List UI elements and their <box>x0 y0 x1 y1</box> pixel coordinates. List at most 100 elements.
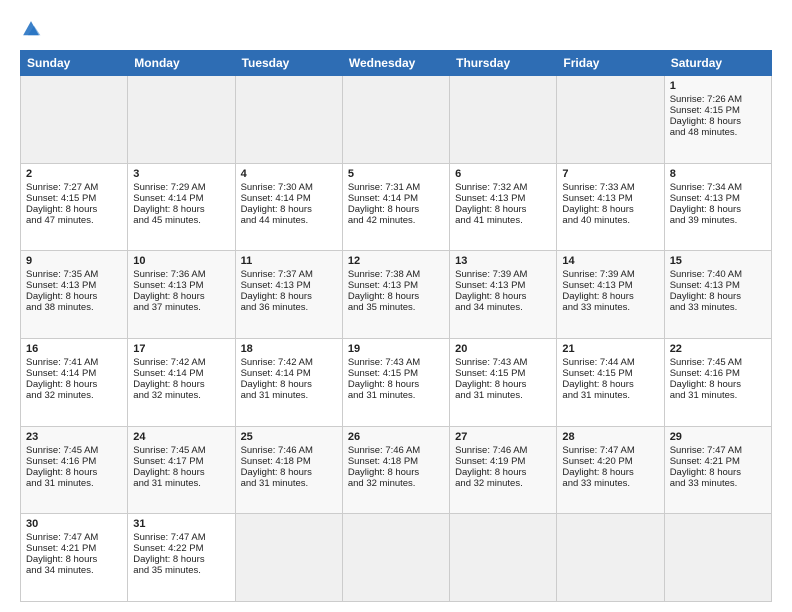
daylight-text: Daylight: 8 hours <box>562 204 658 215</box>
sunrise-text: Sunrise: 7:26 AM <box>670 94 766 105</box>
calendar-cell: 7Sunrise: 7:33 AMSunset: 4:13 PMDaylight… <box>557 163 664 251</box>
daylight-text-2: and 45 minutes. <box>133 215 229 226</box>
sunrise-text: Sunrise: 7:32 AM <box>455 182 551 193</box>
sunrise-text: Sunrise: 7:30 AM <box>241 182 337 193</box>
sunset-text: Sunset: 4:13 PM <box>455 280 551 291</box>
sunrise-text: Sunrise: 7:47 AM <box>670 445 766 456</box>
sunset-text: Sunset: 4:14 PM <box>26 368 122 379</box>
day-number: 25 <box>241 431 337 443</box>
logo-icon <box>20 18 42 40</box>
daylight-text: Daylight: 8 hours <box>455 467 551 478</box>
daylight-text-2: and 44 minutes. <box>241 215 337 226</box>
sunrise-text: Sunrise: 7:39 AM <box>562 269 658 280</box>
day-number: 10 <box>133 255 229 267</box>
calendar-header-row: SundayMondayTuesdayWednesdayThursdayFrid… <box>21 51 772 76</box>
daylight-text: Daylight: 8 hours <box>562 467 658 478</box>
day-number: 20 <box>455 343 551 355</box>
calendar-cell: 8Sunrise: 7:34 AMSunset: 4:13 PMDaylight… <box>664 163 771 251</box>
daylight-text: Daylight: 8 hours <box>241 291 337 302</box>
calendar-cell: 3Sunrise: 7:29 AMSunset: 4:14 PMDaylight… <box>128 163 235 251</box>
daylight-text: Daylight: 8 hours <box>455 204 551 215</box>
daylight-text-2: and 36 minutes. <box>241 302 337 313</box>
daylight-text-2: and 31 minutes. <box>133 478 229 489</box>
calendar-cell <box>557 514 664 602</box>
calendar-cell: 31 Sunrise: 7:47 AMSunset: 4:22 PMDayligh… <box>128 514 235 602</box>
sunset-text: Sunset: 4:13 PM <box>670 280 766 291</box>
daylight-text-2: and 35 minutes. <box>348 302 444 313</box>
day-number: 27 <box>455 431 551 443</box>
sunrise-text: Sunrise: 7:39 AM <box>455 269 551 280</box>
day-number: 5 <box>348 168 444 180</box>
calendar-week-row: 30Sunrise: 7:47 AMSunset: 4:21 PMDayligh… <box>21 514 772 602</box>
daylight-text: Daylight: 8 hours <box>562 291 658 302</box>
calendar-week-row: 23Sunrise: 7:45 AMSunset: 4:16 PMDayligh… <box>21 426 772 514</box>
sunset-text: Sunset: 4:13 PM <box>562 193 658 204</box>
sunrise-text: Sunrise: 7:46 AM <box>348 445 444 456</box>
sunset-text: Sunset: 4:14 PM <box>348 193 444 204</box>
daylight-text: Daylight: 8 hours <box>670 116 766 127</box>
sunset-text: Sunset: 4:13 PM <box>133 280 229 291</box>
sunrise-text: Sunrise: 7:43 AM <box>348 357 444 368</box>
calendar-cell: 1 Sunrise: 7:26 AMSunset: 4:15 PMDaylight… <box>664 76 771 164</box>
logo <box>20 18 46 40</box>
calendar-cell: 19Sunrise: 7:43 AMSunset: 4:15 PMDayligh… <box>342 338 449 426</box>
sunrise-text: Sunrise: 7:42 AM <box>241 357 337 368</box>
day-number: 31 <box>133 518 229 530</box>
calendar-cell: 26Sunrise: 7:46 AMSunset: 4:18 PMDayligh… <box>342 426 449 514</box>
calendar-cell: 15Sunrise: 7:40 AMSunset: 4:13 PMDayligh… <box>664 251 771 339</box>
daylight-text-2: and 33 minutes. <box>562 302 658 313</box>
day-number: 24 <box>133 431 229 443</box>
daylight-text-2: and 31 minutes. <box>241 478 337 489</box>
daylight-text: Daylight: 8 hours <box>348 204 444 215</box>
sunrise-text: Sunrise: 7:43 AM <box>455 357 551 368</box>
calendar-cell <box>450 76 557 164</box>
daylight-text: Daylight: 8 hours <box>133 291 229 302</box>
sunrise-text: Sunrise: 7:46 AM <box>455 445 551 456</box>
daylight-text: Daylight: 8 hours <box>348 379 444 390</box>
calendar-cell <box>342 514 449 602</box>
daylight-text-2: and 35 minutes. <box>133 565 229 576</box>
calendar-cell: 21Sunrise: 7:44 AMSunset: 4:15 PMDayligh… <box>557 338 664 426</box>
daylight-text: Daylight: 8 hours <box>348 467 444 478</box>
sunset-text: Sunset: 4:15 PM <box>670 105 766 116</box>
daylight-text: Daylight: 8 hours <box>670 379 766 390</box>
calendar-cell: 14Sunrise: 7:39 AMSunset: 4:13 PMDayligh… <box>557 251 664 339</box>
sunrise-text: Sunrise: 7:42 AM <box>133 357 229 368</box>
calendar-cell: 10 Sunrise: 7:36 AMSunset: 4:13 PMDayligh… <box>128 251 235 339</box>
day-number: 15 <box>670 255 766 267</box>
sunset-text: Sunset: 4:15 PM <box>562 368 658 379</box>
day-number: 17 <box>133 343 229 355</box>
daylight-text: Daylight: 8 hours <box>562 379 658 390</box>
day-number: 1 <box>670 80 766 92</box>
day-number: 19 <box>348 343 444 355</box>
calendar-cell <box>235 76 342 164</box>
calendar-cell <box>342 76 449 164</box>
calendar-cell: 9Sunrise: 7:35 AMSunset: 4:13 PMDaylight… <box>21 251 128 339</box>
daylight-text: Daylight: 8 hours <box>133 204 229 215</box>
daylight-text: Daylight: 8 hours <box>133 554 229 565</box>
daylight-text-2: and 39 minutes. <box>670 215 766 226</box>
sunrise-text: Sunrise: 7:47 AM <box>26 532 122 543</box>
sunset-text: Sunset: 4:20 PM <box>562 456 658 467</box>
sunrise-text: Sunrise: 7:29 AM <box>133 182 229 193</box>
daylight-text: Daylight: 8 hours <box>241 379 337 390</box>
daylight-text-2: and 41 minutes. <box>455 215 551 226</box>
header <box>20 18 772 40</box>
sunrise-text: Sunrise: 7:36 AM <box>133 269 229 280</box>
sunrise-text: Sunrise: 7:31 AM <box>348 182 444 193</box>
sunrise-text: Sunrise: 7:45 AM <box>670 357 766 368</box>
sunset-text: Sunset: 4:15 PM <box>26 193 122 204</box>
day-number: 22 <box>670 343 766 355</box>
daylight-text: Daylight: 8 hours <box>133 467 229 478</box>
daylight-text-2: and 32 minutes. <box>348 478 444 489</box>
daylight-text-2: and 31 minutes. <box>348 390 444 401</box>
sunset-text: Sunset: 4:22 PM <box>133 543 229 554</box>
daylight-text-2: and 42 minutes. <box>348 215 444 226</box>
day-header-sunday: Sunday <box>21 51 128 76</box>
daylight-text: Daylight: 8 hours <box>241 467 337 478</box>
sunrise-text: Sunrise: 7:47 AM <box>133 532 229 543</box>
calendar-cell: 16Sunrise: 7:41 AMSunset: 4:14 PMDayligh… <box>21 338 128 426</box>
daylight-text: Daylight: 8 hours <box>241 204 337 215</box>
day-number: 23 <box>26 431 122 443</box>
sunset-text: Sunset: 4:14 PM <box>241 193 337 204</box>
